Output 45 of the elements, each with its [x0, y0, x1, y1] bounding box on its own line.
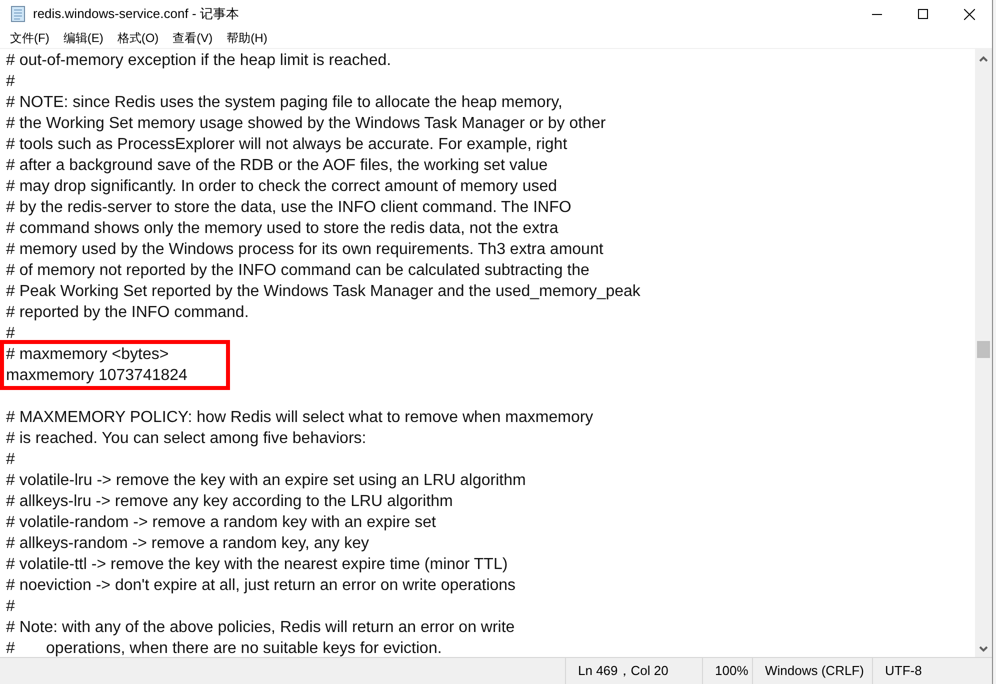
code-line: # Note: with any of the above policies, Redis will return an error on write: [6, 618, 515, 638]
close-icon: [964, 8, 974, 20]
code-line: # reported by the INFO command.: [6, 303, 249, 323]
code-line: maxmemory 1073741824: [6, 366, 188, 386]
scroll-down-icon: [979, 646, 988, 652]
menu-item[interactable]: 格式(O): [110, 28, 166, 48]
window-title: redis.windows-service.conf - 记事本: [33, 5, 239, 24]
code-line: # of memory not reported by the INFO command can be calculated subtracting the: [6, 261, 590, 281]
code-line: # volatile-random -> remove a random key with an expire set: [6, 513, 436, 533]
code-line: # MAXMEMORY POLICY: how Redis will select what to remove when maxmemory: [6, 408, 594, 428]
code-line: #: [6, 450, 15, 470]
menu-item[interactable]: 查看(V): [166, 28, 220, 48]
code-line: # volatile-lru -> remove the key with an expire set using an LRU algorithm: [6, 471, 526, 491]
menu-item[interactable]: 编辑(E): [56, 28, 110, 48]
scrollbar[interactable]: [975, 49, 992, 657]
status-text: Windows (CRLF): [765, 662, 864, 680]
status-text: 100%: [715, 662, 748, 680]
code-line: # out-of-memory exception if the heap limit is reached.: [6, 51, 392, 71]
code-line: # memory used by the Windows process for its own requirements. Th3 extra amount: [6, 240, 604, 260]
code-line: # noeviction -> don't expire at all, just return an error on write operations: [6, 576, 516, 596]
code-line: # may drop significantly. In order to check the correct amount of memory used: [6, 177, 558, 197]
code-line: # after a background save of the RDB or the AOF files, the working set value: [6, 156, 548, 176]
code-line: # allkeys-random -> remove a random key, any key: [6, 534, 369, 554]
status-text: Ln 469，Col 20: [578, 662, 668, 680]
code-line: # Peak Working Set reported by the Windows Task Manager and the used_memory_peak: [6, 282, 640, 302]
code-line: #: [6, 324, 15, 344]
code-line: # operations, when there are no suitable keys for eviction.: [6, 639, 442, 657]
code-line: # tools such as ProcessExplorer will not always be accurate. For example, right: [6, 135, 568, 155]
scroll-up-icon: [979, 56, 988, 62]
code-line: #: [6, 597, 15, 617]
scroll-thumb[interactable]: [977, 341, 990, 358]
code-line: #: [6, 72, 15, 92]
menu-item[interactable]: 文件(F): [3, 28, 56, 48]
code-line: # volatile-ttl -> remove the key with the nearest expire time (minor TTL): [6, 555, 508, 575]
code-line: # is reached. You can select among five behaviors:: [6, 429, 366, 449]
code-line: # allkeys-lru -> remove any key according to the LRU algorithm: [6, 492, 453, 512]
maximize-icon: [918, 9, 928, 19]
status-text: UTF-8: [885, 662, 922, 680]
menu-item[interactable]: 帮助(H): [220, 28, 274, 48]
notepad-icon: [11, 6, 25, 22]
code-line: # command shows only the memory used to store the redis data, not the extra: [6, 219, 558, 239]
code-line: # NOTE: since Redis uses the system paging file to allocate the heap memory,: [6, 93, 562, 113]
code-line: # maxmemory <bytes>: [6, 345, 169, 365]
code-line: # the Working Set memory usage showed by the Windows Task Manager or by other: [6, 114, 606, 134]
code-line: # by the redis-server to store the data, use the INFO client command. The INFO: [6, 198, 572, 218]
